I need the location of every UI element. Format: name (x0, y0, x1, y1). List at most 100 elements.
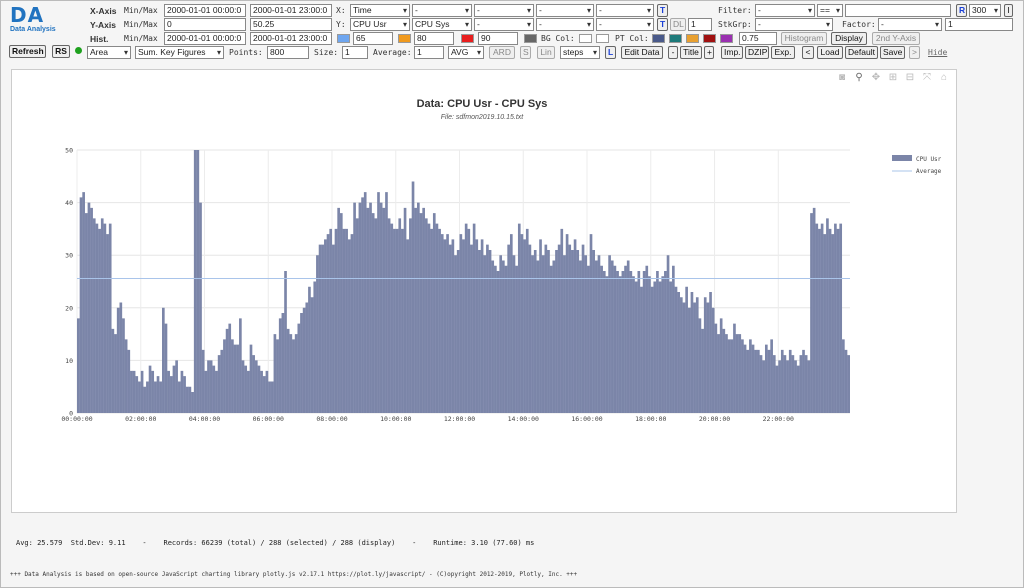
x-tick-label: 00:00:00 (61, 415, 92, 423)
hist-label: Hist. (90, 33, 109, 44)
ptcol-swatch-4[interactable] (703, 34, 716, 43)
histogram-button[interactable]: Histogram (781, 32, 827, 45)
avg-select[interactable]: AVG (448, 46, 484, 59)
yaxis-minmax-label: Min/Max (124, 20, 158, 29)
ptcol-swatch-3[interactable] (686, 34, 699, 43)
logo-mark: DA (10, 3, 45, 27)
x-select-4[interactable]: - (536, 4, 594, 17)
x-tick-label: 16:00:00 (571, 415, 602, 423)
y-select-5[interactable]: - (596, 18, 654, 31)
y-select-3[interactable]: - (474, 18, 534, 31)
default-button[interactable]: Default (845, 46, 878, 59)
y-tick-label: 40 (65, 199, 73, 207)
hide-link[interactable]: Hide (928, 48, 947, 57)
series-area-cpu-usr (77, 150, 850, 413)
hist-minmax-label: Min/Max (124, 34, 158, 43)
chart-type-select[interactable]: Area (87, 46, 131, 59)
prev-button[interactable]: < (802, 46, 814, 59)
x-select-3[interactable]: - (474, 4, 534, 17)
factor-input[interactable]: 1 (945, 18, 1013, 31)
y-select-1[interactable]: CPU Usr (350, 18, 410, 31)
x-tick-label: 02:00:00 (125, 415, 156, 423)
lin-button[interactable]: Lin (537, 46, 555, 59)
threshold2-input[interactable]: 80 (414, 32, 454, 45)
x-min-input[interactable]: 2000-01-01 00:00:0 (164, 4, 246, 17)
chart-svg[interactable]: Data: CPU Usr - CPU Sys File: sdfmon2019… (12, 70, 956, 512)
legend-label-average: Average (916, 168, 942, 175)
app-logo: DA Data Analysis (10, 5, 72, 35)
x-t-button[interactable]: T (657, 4, 668, 17)
y-min-input[interactable]: 0 (164, 18, 246, 31)
title-button[interactable]: Title (680, 46, 702, 59)
filter-operator[interactable]: == (817, 4, 843, 17)
x-select-2[interactable]: - (412, 4, 472, 17)
hist-max-input[interactable]: 2000-01-01 23:00:0 (250, 32, 332, 45)
filter-select[interactable]: - (755, 4, 815, 17)
second-yaxis-button[interactable]: 2nd Y-Axis (872, 32, 920, 45)
y-tick-label: 30 (65, 252, 73, 260)
title-minus-button[interactable]: - (668, 46, 678, 59)
save-button[interactable]: Save (880, 46, 905, 59)
x-select-5[interactable]: - (596, 4, 654, 17)
edit-data-button[interactable]: Edit Data (621, 46, 663, 59)
size-label: Size: (314, 48, 339, 57)
y-select-2[interactable]: CPU Sys (412, 18, 472, 31)
dzip-button[interactable]: DZIP (745, 46, 769, 59)
average-input[interactable]: 1 (414, 46, 444, 59)
points-input[interactable]: 800 (267, 46, 309, 59)
bg-color-swatch[interactable] (524, 34, 537, 43)
threshold1-input[interactable]: 65 (353, 32, 393, 45)
rs-button[interactable]: RS (52, 45, 70, 58)
bgcol-label: BG Col: (541, 34, 575, 43)
y-tick-label: 20 (65, 304, 73, 312)
steps-select[interactable]: steps (560, 46, 600, 59)
dl-input[interactable]: 1 (688, 18, 712, 31)
ptcol-swatch-2[interactable] (669, 34, 682, 43)
y-max-input[interactable]: 50.25 (250, 18, 332, 31)
import-button[interactable]: Imp. (721, 46, 743, 59)
factor-label: Factor: (842, 20, 876, 29)
points-label: Points: (229, 48, 263, 57)
x-select[interactable]: Time (350, 4, 410, 17)
bgcol-swatch-2[interactable] (596, 34, 609, 43)
ptcol-swatch-1[interactable] (652, 34, 665, 43)
filter-value-input[interactable] (845, 4, 951, 17)
x-tick-label: 08:00:00 (316, 415, 347, 423)
title-plus-button[interactable]: + (704, 46, 714, 59)
threshold3-swatch[interactable] (461, 34, 474, 43)
ard-button[interactable]: ARD (489, 46, 515, 59)
r-button[interactable]: R (956, 4, 967, 17)
factor-select[interactable]: - (878, 18, 942, 31)
yaxis-label: Y-Axis (90, 19, 116, 30)
status-indicator (75, 47, 82, 54)
bgcol-swatch-1[interactable] (579, 34, 592, 43)
legend-label-cpu-usr: CPU Usr (916, 156, 942, 163)
stkgrp-label: StkGrp: (718, 20, 752, 29)
dl-button[interactable]: DL (670, 18, 686, 31)
stkgrp-select[interactable]: - (755, 18, 833, 31)
s-button[interactable]: S (520, 46, 531, 59)
i-button[interactable]: I (1004, 4, 1013, 17)
display-button[interactable]: Display (831, 32, 867, 45)
x-max-input[interactable]: 2000-01-01 23:00:0 (250, 4, 332, 17)
threshold3-input[interactable]: 90 (478, 32, 518, 45)
ptcol-input[interactable]: 0.75 (739, 32, 777, 45)
y-select-4[interactable]: - (536, 18, 594, 31)
ptcol-swatch-5[interactable] (720, 34, 733, 43)
average-label: Average: (373, 48, 412, 57)
r-select[interactable]: 300 (969, 4, 1001, 17)
aggregation-select[interactable]: Sum. Key Figures (135, 46, 224, 59)
size-input[interactable]: 1 (342, 46, 368, 59)
hist-min-input[interactable]: 2000-01-01 00:00:0 (164, 32, 246, 45)
xaxis-minmax-label: Min/Max (124, 6, 158, 15)
y-t-button[interactable]: T (657, 18, 668, 31)
export-button[interactable]: Exp. (771, 46, 795, 59)
l-button[interactable]: L (605, 46, 616, 59)
threshold1-swatch[interactable] (337, 34, 350, 43)
credit-line: +++ Data Analysis is based on open-sourc… (10, 571, 578, 578)
threshold2-swatch[interactable] (398, 34, 411, 43)
load-button[interactable]: Load (817, 46, 843, 59)
next-button[interactable]: > (909, 46, 920, 59)
x-tick-label: 06:00:00 (253, 415, 284, 423)
refresh-button[interactable]: Refresh (9, 45, 46, 58)
